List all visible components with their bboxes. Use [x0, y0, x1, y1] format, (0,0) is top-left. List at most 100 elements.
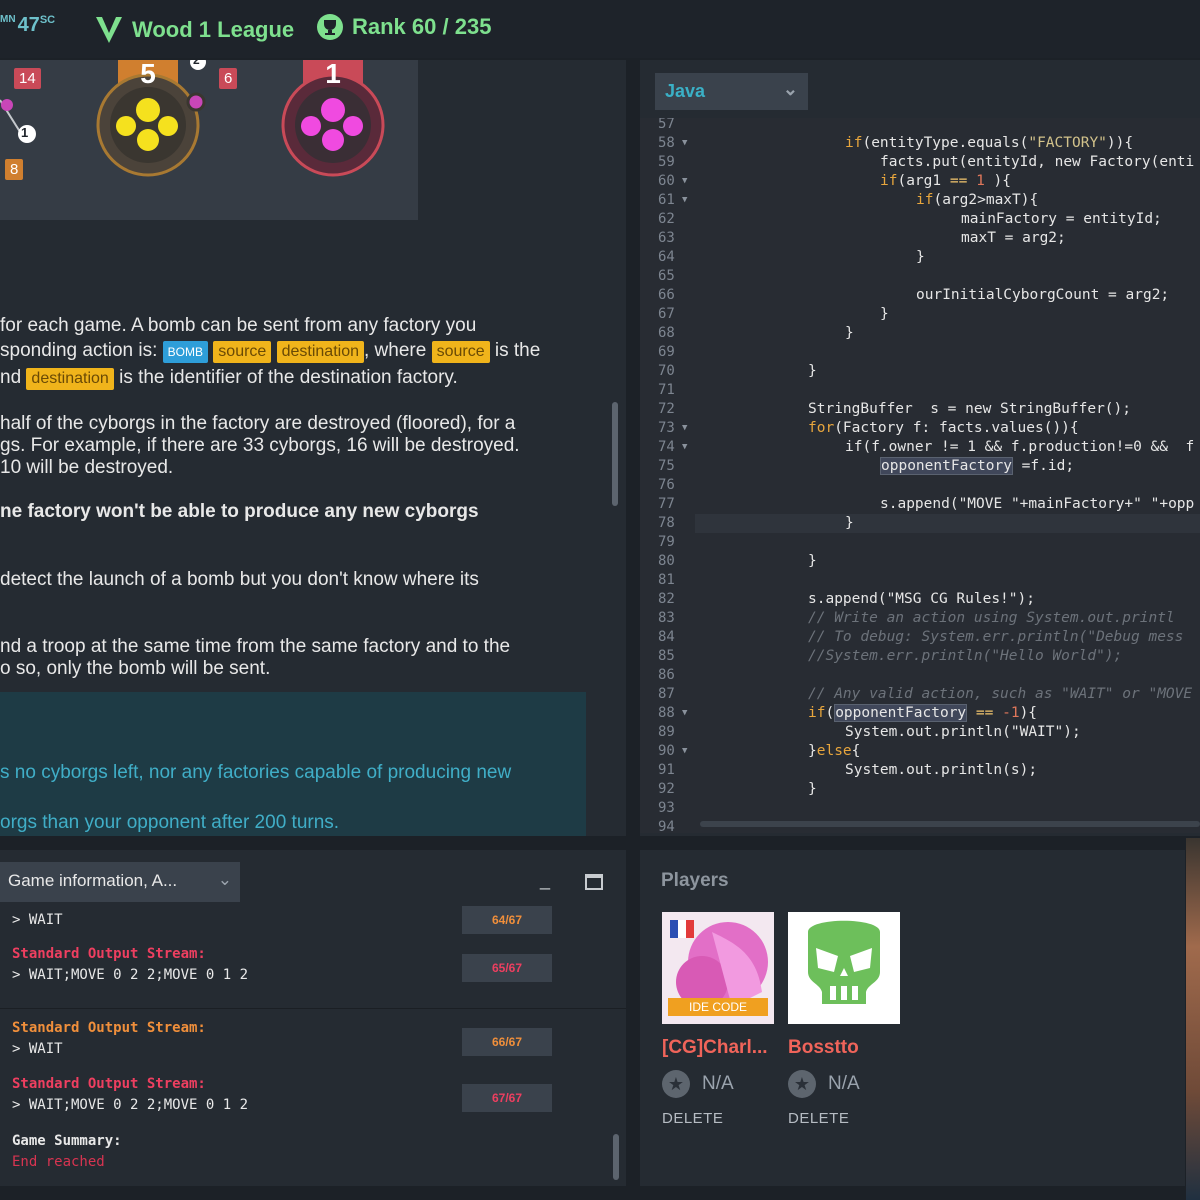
statement-line: 10 will be destroyed. [0, 457, 174, 478]
points-score: MN 47SC [0, 14, 56, 36]
line-number: 64 [658, 249, 675, 265]
line-number: 85 [658, 648, 675, 664]
summary-label: Game Summary: [12, 1133, 122, 1149]
rank-indicator[interactable]: Rank 60 / 235 [316, 13, 491, 41]
line-number: 90 ▼ [658, 742, 688, 761]
line-number: 89 [658, 724, 675, 740]
statement-line: sponding action is: BOMB source destinat… [0, 340, 541, 363]
factory-count-opponent: 1 [325, 60, 341, 89]
console-output: > WAIT [12, 912, 63, 928]
code-line: } [845, 515, 854, 531]
line-number: 66 [658, 287, 675, 303]
victory-text: orgs than your opponent after 200 turns. [0, 812, 340, 833]
line-number: 88 ▼ [658, 704, 688, 723]
tag-destination: destination [26, 368, 114, 390]
code-line: } [808, 781, 817, 797]
factory-badge: 8 [5, 159, 24, 180]
player-rank: ★ N/A [788, 1070, 860, 1098]
tag-source: source [431, 341, 490, 363]
code-line: } [808, 553, 817, 569]
game-viewer[interactable]: 5 1 14 6 8 1 2 [0, 60, 418, 220]
player-avatar: IDE CODE [662, 912, 774, 1024]
fold-arrow-icon[interactable]: ▼ [682, 438, 687, 457]
skull-icon [788, 912, 900, 1024]
statement-line: nd destination is the identifier of the … [0, 367, 458, 390]
tag-destination: destination [276, 341, 364, 363]
fold-arrow-icon[interactable]: ▼ [682, 704, 687, 723]
console-output: > WAIT;MOVE 0 2 2;MOVE 0 1 2 [12, 1097, 249, 1113]
star-icon: ★ [788, 1070, 816, 1098]
statement-panel: 5 1 14 6 8 1 2 for each game. A bomb can… [0, 60, 626, 836]
line-number: 81 [658, 572, 675, 588]
code-line: }else{ [808, 743, 861, 759]
statement-line: o so, only the bomb will be sent. [0, 658, 271, 679]
player-rank: ★ N/A [662, 1070, 734, 1098]
frame-badge[interactable]: 66/67 [462, 1028, 552, 1056]
line-number: 62 [658, 211, 675, 227]
code-line: if(arg2>maxT){ [916, 192, 1039, 208]
fold-arrow-icon[interactable]: ▼ [682, 172, 687, 191]
ide-code-banner: IDE CODE [688, 1000, 747, 1014]
minimize-button[interactable]: _ [540, 870, 550, 891]
console-output: > WAIT;MOVE 0 2 2;MOVE 0 1 2 [12, 967, 249, 983]
player-card[interactable]: IDE CODE [CG]Charl... ★ N/A DELETE [662, 912, 774, 1127]
player-name[interactable]: [CG]Charl... [662, 1037, 768, 1059]
fold-arrow-icon[interactable]: ▼ [682, 419, 687, 438]
line-number: 71 [658, 382, 675, 398]
player-avatar [788, 912, 900, 1024]
line-number: 61 ▼ [658, 191, 688, 210]
line-number: 74 ▼ [658, 438, 688, 457]
code-line: mainFactory = entityId; [961, 211, 1162, 227]
code-line: facts.put(entityId, new Factory(enti [880, 154, 1195, 170]
line-number-gutter: 57 58 ▼ 59 60 ▼ 61 ▼ 62 63 64 65 66 67 68 69 70 71 72 73 ▼ 74… [640, 118, 695, 833]
frame-badge[interactable]: 65/67 [462, 954, 552, 982]
troop-label: 2 [193, 60, 200, 67]
line-number: 70 [658, 363, 675, 379]
player-name[interactable]: Bosstto [788, 1037, 859, 1059]
language-select[interactable]: Java ⌄ [655, 73, 808, 110]
tag-bomb: BOMB [162, 341, 209, 363]
code-line: for(Factory f: facts.values()){ [808, 420, 1079, 436]
line-number: 84 [658, 629, 675, 645]
frame-badge[interactable]: 67/67 [462, 1084, 552, 1112]
statement-scrollbar[interactable] [612, 402, 618, 506]
code-line: } [880, 306, 889, 322]
console-output: > WAIT [12, 1041, 63, 1057]
code-comment: //System.err.println("Hello World"); [808, 648, 1123, 664]
fold-arrow-icon[interactable]: ▼ [682, 134, 687, 153]
code-area[interactable]: 57 58 ▼ 59 60 ▼ 61 ▼ 62 63 64 65 66 67 68 69 70 71 72 73 ▼ 74… [640, 118, 1200, 833]
top-bar: MN 47SC Wood 1 League Rank 60 / 235 [0, 0, 1200, 58]
console-scrollbar[interactable] [613, 1134, 619, 1180]
delete-player-button[interactable]: DELETE [788, 1110, 849, 1127]
code-line: System.out.println(s); [845, 762, 1038, 778]
victory-conditions-box: s no cyborgs left, nor any factories cap… [0, 692, 586, 836]
factory-badge: 6 [219, 68, 238, 89]
line-number: 94 [658, 819, 675, 833]
line-number: 86 [658, 667, 675, 683]
league-indicator[interactable]: Wood 1 League [92, 13, 294, 47]
statement-line: for each game. A bomb can be sent from a… [0, 315, 477, 336]
code-line: opponentFactory =f.id; [880, 457, 1075, 475]
horizontal-scrollbar[interactable] [700, 821, 1200, 827]
statement-line: ne factory won't be able to produce any … [0, 501, 479, 522]
fold-arrow-icon[interactable]: ▼ [682, 742, 687, 761]
factory-badge: 14 [14, 68, 41, 89]
maximize-button[interactable] [585, 874, 603, 890]
line-number: 67 [658, 306, 675, 322]
delete-player-button[interactable]: DELETE [662, 1110, 723, 1127]
line-number: 73 ▼ [658, 419, 688, 438]
fold-arrow-icon[interactable]: ▼ [682, 191, 687, 210]
league-label: Wood 1 League [132, 17, 295, 42]
troop-label: 1 [21, 125, 29, 140]
code-line: if(f.owner != 1 && f.production!=0 && f [845, 439, 1195, 455]
frame-badge[interactable]: 64/67 [462, 906, 552, 934]
line-number: 91 [658, 762, 675, 778]
line-number: 82 [658, 591, 675, 607]
line-number: 72 [658, 401, 675, 417]
player-card[interactable]: Bosstto ★ N/A DELETE [788, 912, 900, 1127]
divider [0, 1008, 626, 1009]
console-panel: Game information, A... ⌄ _ > WAIT 64/67 … [0, 850, 626, 1186]
console-filter-select[interactable]: Game information, A... ⌄ [0, 862, 240, 902]
code-line: ourInitialCyborgCount = arg2; [916, 287, 1170, 303]
code-line: s.append("MSG CG Rules!"); [808, 591, 1035, 607]
